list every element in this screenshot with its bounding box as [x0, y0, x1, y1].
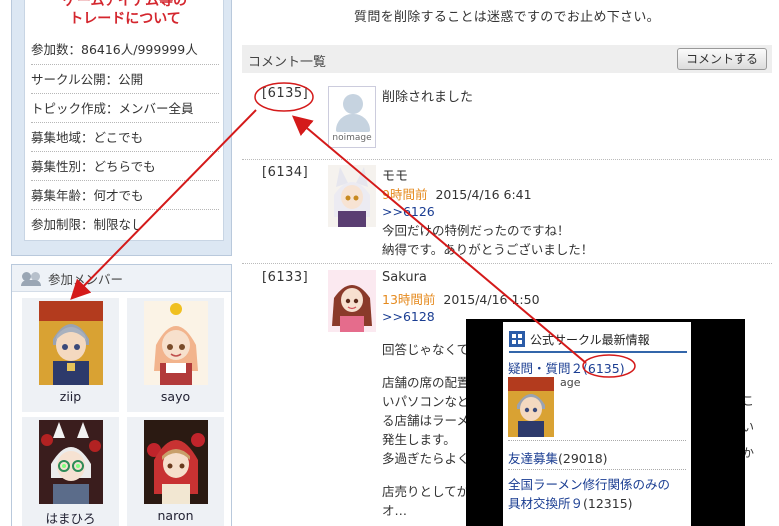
delete-notice: 質問を削除することは迷惑ですのでお止め下さい。 — [354, 10, 660, 25]
circle-title[interactable]: ゲームアイテム等の トレードについて — [25, 0, 225, 28]
circle-title-line1[interactable]: ゲームアイテム等の — [25, 0, 225, 10]
comment-list-header: コメント一覧 コメントする — [242, 45, 772, 73]
comment-line: 納得です。ありがとうございました！ — [382, 242, 594, 257]
info-row-gender: 募集性別：どちらでも — [31, 151, 219, 180]
popup-item-count: (12315) — [583, 496, 633, 511]
info-row-participants: 参加数：86416人/999999人 — [31, 42, 198, 57]
comment-deleted-text: 削除されました — [382, 90, 474, 105]
member-avatar-hamahiro[interactable] — [39, 420, 103, 504]
comment-line: 店売りとしてか — [382, 484, 470, 499]
popup-divider — [508, 469, 686, 470]
comment-body: >>6126 今回だけの特例だったのですね！ 納得です。ありがとうございました！ — [382, 202, 593, 259]
comment-avatar-momo[interactable] — [328, 165, 376, 227]
member-card-sayo[interactable]: sayo — [127, 298, 224, 412]
member-card-ziip[interactable]: ziip — [22, 298, 119, 412]
popup-item-label[interactable]: 疑問・質問２ — [508, 361, 583, 376]
comment-divider — [242, 263, 772, 264]
info-row-visibility: サークル公開：公開 — [31, 64, 219, 93]
comment-avatar-sakura[interactable] — [328, 270, 376, 332]
comment-number[interactable]: [6133] — [262, 270, 308, 285]
noimage-avatar: noimage — [328, 86, 376, 148]
info-row-topic-creation: トピック作成：メンバー全員 — [31, 93, 219, 122]
comment-line: いパソコンなど — [382, 394, 470, 409]
info-row-region: 募集地域：どこでも — [31, 122, 219, 151]
popup-item-label[interactable]: 友達募集 — [508, 451, 558, 466]
circle-info-panel: ゲームアイテム等の トレードについて 参加数：86416人/999999人 サー… — [11, 0, 232, 256]
comment-divider — [242, 159, 772, 160]
member-name[interactable]: はまひろ — [22, 508, 119, 526]
comment-line: 多過ぎたらよく — [382, 451, 470, 466]
comment-line: 発生します。 — [382, 432, 456, 447]
comment-time: 9時間前 2015/4/16 6:41 — [382, 184, 532, 203]
members-header: 参加メンバー — [12, 265, 231, 292]
reply-ref-link[interactable]: >>6126 — [382, 202, 593, 221]
comment-line: 店舗の席の配置 — [382, 375, 470, 390]
comment-date: 2015/4/16 6:41 — [435, 187, 532, 202]
people-icon — [21, 270, 42, 286]
comment-number[interactable]: [6134] — [262, 165, 308, 180]
member-avatar-naron[interactable] — [144, 420, 208, 504]
page: ゲームアイテム等の トレードについて 参加数：86416人/999999人 サー… — [0, 0, 779, 526]
comment-date: 2015/4/16 1:50 — [443, 292, 540, 307]
comment-6134: [6134] モモ 9時間前 2015/4/16 6:41 >>6126 今回だけ… — [242, 165, 772, 260]
comment-line: 今回だけの特例だったのですね！ — [382, 223, 570, 238]
member-name[interactable]: ziip — [22, 389, 119, 404]
popup-item-label[interactable]: 具材交換所９ — [508, 496, 583, 511]
popup-item-count[interactable]: (6135) — [583, 361, 625, 376]
comment-time: 13時間前 2015/4/16 1:50 — [382, 289, 540, 308]
comment-body: >>6128 回答じゃなくて 店舗の席の配置 いパソコンなど る店舗はラーメ 発… — [382, 307, 470, 520]
member-name[interactable]: sayo — [127, 389, 224, 404]
reply-ref-link[interactable]: >>6128 — [382, 307, 470, 326]
member-avatar-ziip[interactable] — [39, 301, 103, 385]
circle-title-line2[interactable]: トレードについて — [25, 10, 225, 28]
popup-divider — [508, 440, 686, 441]
members-header-label: 参加メンバー — [48, 271, 124, 287]
comment-number[interactable]: [6135] — [262, 86, 308, 101]
comment-line: オ… — [382, 503, 408, 518]
comment-6135: [6135] noimage 削除されました — [242, 86, 772, 156]
popup-age-label: age — [560, 376, 581, 389]
popup-item-question[interactable]: 疑問・質問２(6135) — [508, 358, 625, 377]
comment-author[interactable]: Sakura — [382, 270, 427, 285]
comment-list-title: コメント一覧 — [248, 55, 327, 70]
comment-relative-time: 9時間前 — [382, 187, 428, 202]
building-icon — [509, 331, 525, 347]
popup-item-ramen[interactable]: 全国ラーメン修行関係のみの 具材交換所９(12315) — [508, 475, 688, 513]
member-card-naron[interactable]: naron — [127, 417, 224, 526]
popup-item-label[interactable]: 全国ラーメン修行関係のみの — [508, 475, 688, 494]
member-avatar-sayo[interactable] — [144, 301, 208, 385]
circle-info-card: ゲームアイテム等の トレードについて 参加数：86416人/999999人 サー… — [24, 0, 224, 241]
popup-item-friends[interactable]: 友達募集(29018) — [508, 448, 608, 467]
comment-line: る店舗はラーメ — [382, 413, 470, 428]
members-panel: 参加メンバー ziip sayo はまひろ naron — [11, 264, 232, 526]
comment-author[interactable]: モモ — [382, 165, 408, 184]
comment-relative-time: 13時間前 — [382, 292, 436, 307]
circle-info-list: 参加数：86416人/999999人 サークル公開：公開 トピック作成：メンバー… — [31, 35, 219, 238]
comment-line: 回答じゃなくて — [382, 342, 470, 357]
popup-header: 公式サークル最新情報 — [509, 327, 687, 353]
info-row-age: 募集年齢：何才でも — [31, 180, 219, 209]
member-name[interactable]: naron — [127, 508, 224, 523]
member-card-hamahiro[interactable]: はまひろ — [22, 417, 119, 526]
popup-title: 公式サークル最新情報 — [530, 332, 650, 347]
popup-item-count: (29018) — [558, 451, 608, 466]
official-circle-news-popup: 公式サークル最新情報 疑問・質問２(6135) age 友達募集(29018) … — [503, 322, 691, 526]
popup-avatar[interactable] — [508, 377, 554, 437]
post-comment-button[interactable]: コメントする — [677, 48, 767, 70]
info-row-restriction: 参加制限：制限なし — [31, 209, 219, 238]
noimage-text: noimage — [332, 133, 372, 143]
